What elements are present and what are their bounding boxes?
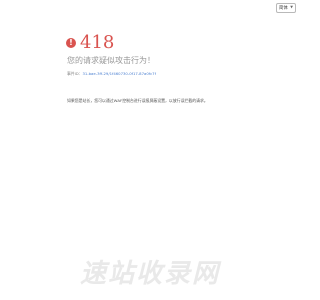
error-header: ! 418	[66, 34, 114, 52]
language-select-value: 简体	[279, 6, 288, 11]
error-code: 418	[80, 32, 115, 53]
language-select[interactable]: 简体 ▼	[276, 3, 296, 13]
event-id-value: 31-bae-3ff-29/1f460730-0f17-87a0fc7f	[82, 71, 156, 76]
watermark-logo: 速站收录网	[79, 259, 220, 289]
event-id-label: 事件ID：	[67, 71, 83, 76]
error-subtitle: 您的请求疑似攻击行为！	[67, 56, 155, 65]
event-id-line: 事件ID：31-bae-3ff-29/1f460730-0f17-87a0fc7…	[67, 71, 156, 77]
blocked-page: 简体 ▼ ! 418 您的请求疑似攻击行为！ 事件ID：31-bae-3ff-2…	[0, 0, 300, 300]
alert-icon: !	[66, 38, 76, 48]
error-message: 如果您是站长，您可以通过WAF控制台进行误报屏蔽设置，以放行误拦截的请求。	[67, 98, 208, 103]
chevron-down-icon: ▼	[290, 5, 293, 10]
